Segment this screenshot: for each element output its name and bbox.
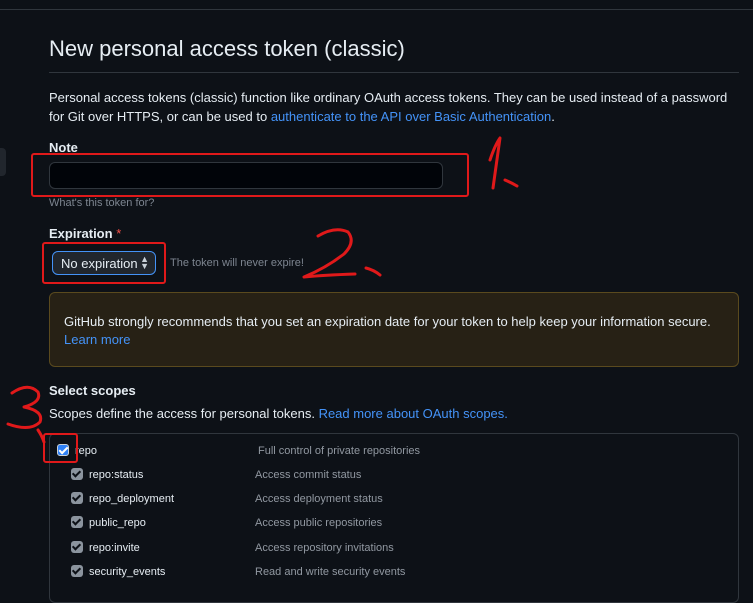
annotation-digit-1 [488,136,502,190]
annotation-digit-2 [302,228,357,279]
annotation-dot-1 [503,178,519,188]
annotation-dot-2 [364,266,382,277]
annotation-tick-3 [36,428,46,444]
annotation-digit-3 [6,385,43,429]
handwritten-annotations [6,136,519,444]
